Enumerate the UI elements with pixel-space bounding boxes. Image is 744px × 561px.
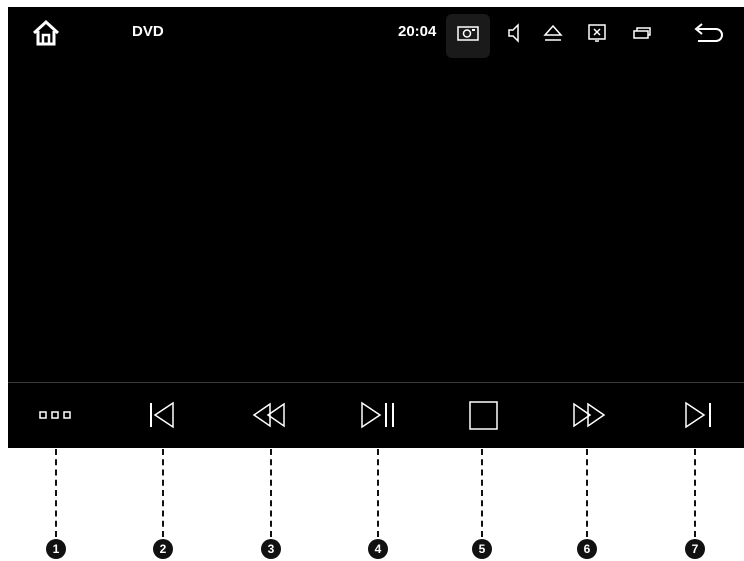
callout-line [270,449,272,537]
callout-line [377,449,379,537]
callout-number: 5 [472,539,492,559]
camera-icon[interactable] [456,19,480,47]
menu-button[interactable] [36,398,76,432]
callout-number: 1 [46,539,66,559]
next-track-button[interactable] [678,398,718,432]
callout-line [481,449,483,537]
callout-5: 5 [472,449,492,561]
home-icon[interactable] [30,19,62,47]
eject-icon[interactable] [541,19,565,47]
callout-line [586,449,588,537]
app-title: DVD [132,23,164,40]
rewind-button[interactable] [250,398,290,432]
stop-icon [469,401,498,430]
play-pause-button[interactable] [358,398,398,432]
window-icon[interactable] [631,19,653,47]
rewind-icon [252,402,285,428]
callout-line [162,449,164,537]
speaker-icon[interactable] [506,19,524,47]
video-area[interactable] [8,57,744,382]
dvd-player-screen: DVD 20:04 [8,7,744,448]
fast-forward-icon [573,402,606,428]
callout-6: 6 [577,449,597,561]
callout-3: 3 [261,449,281,561]
back-icon[interactable] [692,19,726,47]
callout-number: 3 [261,539,281,559]
callout-number: 4 [368,539,388,559]
fast-forward-button[interactable] [569,398,609,432]
callout-number: 6 [577,539,597,559]
previous-track-button[interactable] [143,398,183,432]
skip-previous-icon [150,401,174,429]
callout-number: 7 [685,539,705,559]
playback-controls [8,383,744,448]
callout-line [55,449,57,537]
clock: 20:04 [398,23,437,40]
callout-number: 2 [153,539,173,559]
callout-7: 7 [685,449,705,561]
skip-next-icon [685,401,711,429]
screen-off-icon[interactable] [586,19,608,47]
callout-1: 1 [46,449,66,561]
stop-button[interactable] [464,398,504,432]
play-pause-icon [361,401,394,429]
status-bar: DVD 20:04 [8,7,744,58]
callout-2: 2 [153,449,173,561]
callout-line [694,449,696,537]
callout-4: 4 [368,449,388,561]
dots-icon [39,411,71,419]
